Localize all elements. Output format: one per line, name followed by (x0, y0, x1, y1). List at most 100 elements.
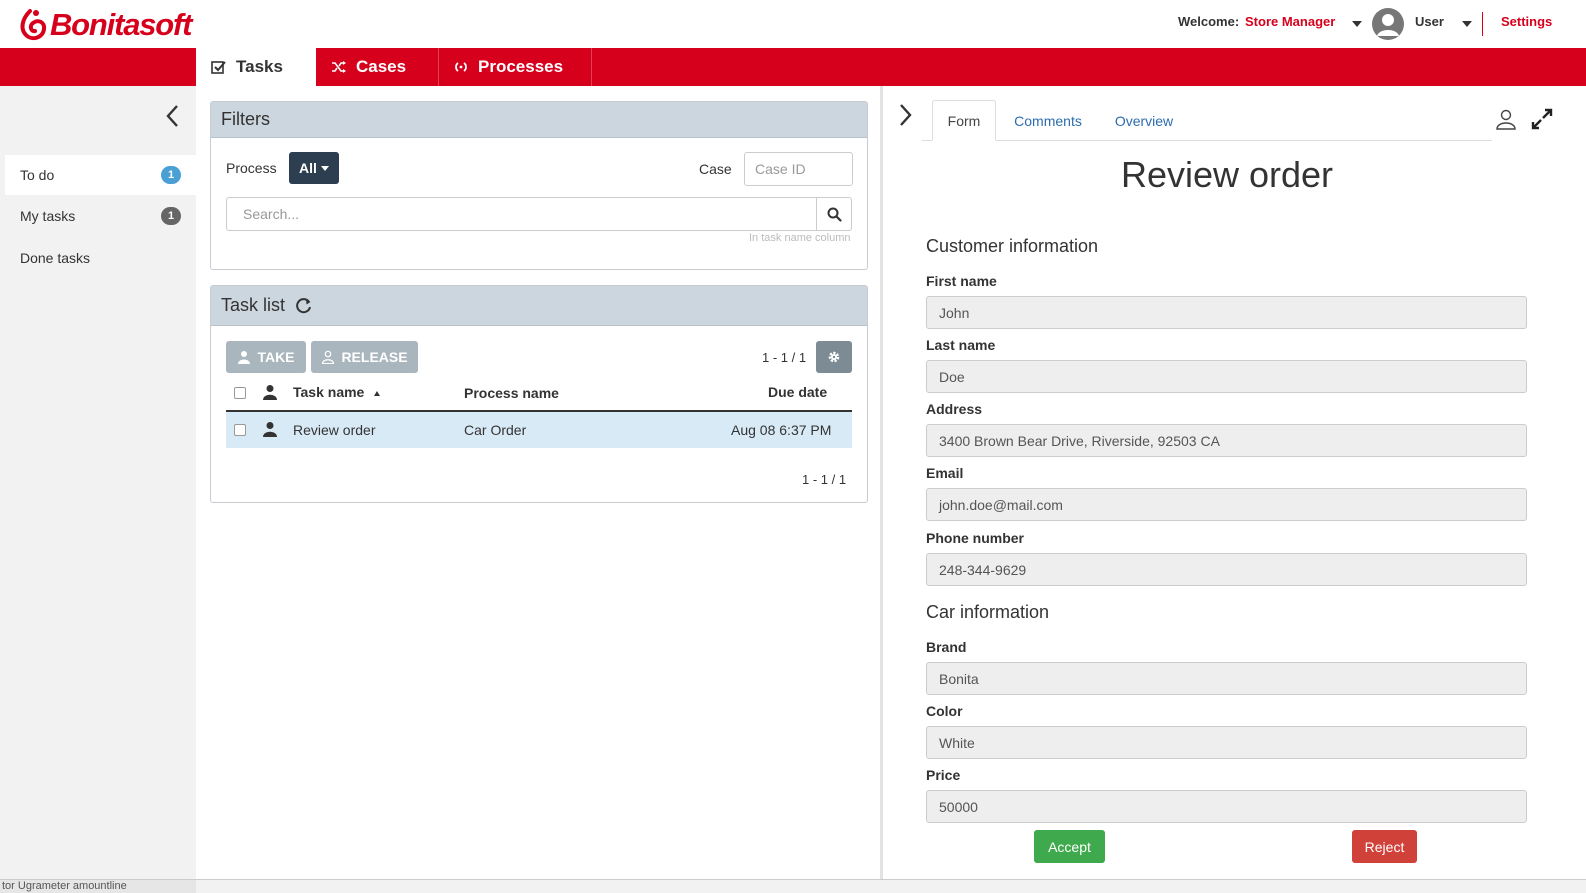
gear-icon (828, 351, 840, 363)
sidebar-item-label: My tasks (20, 208, 76, 224)
filters-title: Filters (221, 109, 270, 129)
task-list-panel: Task list TAKE RELEASE 1 - 1 / 1 Task na… (210, 285, 868, 503)
take-button[interactable]: TAKE (226, 341, 306, 373)
column-header-due-date[interactable]: Due date (768, 384, 827, 400)
color-field[interactable]: White (926, 726, 1527, 759)
task-list-title: Task list (221, 295, 286, 315)
checkbox-icon (211, 60, 226, 74)
email-field[interactable]: john.doe@mail.com (926, 488, 1527, 521)
profile-dropdown-caret-icon[interactable] (1352, 21, 1362, 27)
filters-panel-heading: Filters (211, 102, 867, 138)
tab-comments[interactable]: Comments (1003, 100, 1093, 141)
collapse-details-chevron-right-icon[interactable] (896, 101, 916, 129)
sidebar-item-to-do[interactable]: To do 1 (5, 155, 196, 195)
customer-section-title: Customer information (926, 236, 1099, 256)
tab-form[interactable]: Form (932, 100, 996, 141)
tab-tasks[interactable]: Tasks (196, 48, 316, 86)
price-value: 50000 (939, 798, 978, 815)
last-name-label: Last name (926, 337, 996, 353)
search-button[interactable] (816, 197, 852, 231)
process-filter-value: All (299, 160, 317, 176)
chevron-down-icon (320, 165, 329, 171)
tab-processes-label: Processes (478, 57, 564, 76)
settings-link[interactable]: Settings (1501, 14, 1552, 29)
top-bar: Bonitasoft Welcome: Store Manager User S… (0, 0, 1586, 48)
task-search-input[interactable]: Search... (226, 197, 818, 231)
tab-form-label: Form (947, 112, 981, 129)
sort-ascending-icon (374, 390, 381, 396)
column-header-process-name[interactable]: Process name (464, 385, 559, 401)
take-button-label: TAKE (257, 349, 295, 365)
nav-separator (591, 48, 592, 86)
column-header-task-name[interactable]: Task name (293, 384, 381, 400)
task-name-header-label: Task name (293, 384, 365, 400)
tab-cases[interactable]: Cases (331, 48, 441, 86)
first-name-field[interactable]: John (926, 296, 1527, 329)
user-menu-label[interactable]: User (1415, 14, 1444, 29)
sidebar-item-label: Done tasks (20, 250, 91, 266)
process-filter-label: Process (226, 160, 277, 176)
sidebar-item-done-tasks[interactable]: Done tasks (5, 238, 196, 278)
details-panel-divider[interactable] (880, 86, 883, 879)
color-label: Color (926, 703, 963, 719)
color-value: White (939, 734, 975, 751)
status-strip: tor Ugrameter amountline (0, 879, 1586, 893)
process-icon (455, 62, 467, 72)
case-id-input[interactable]: Case ID (744, 152, 853, 186)
sidebar-item-label: To do (20, 167, 55, 183)
price-field[interactable]: 50000 (926, 790, 1527, 823)
main-navigation: Tasks Cases Processes (0, 48, 1586, 86)
select-all-checkbox[interactable] (234, 387, 246, 399)
tab-overview[interactable]: Overview (1104, 100, 1184, 141)
task-list-heading: Task list (211, 286, 867, 326)
address-field[interactable]: 3400 Brown Bear Drive, Riverside, 92503 … (926, 424, 1527, 457)
email-label: Email (926, 465, 964, 481)
last-name-field[interactable]: Doe (926, 360, 1527, 393)
accept-button-label: Accept (1048, 838, 1091, 855)
search-icon (827, 207, 842, 222)
release-button[interactable]: RELEASE (311, 341, 418, 373)
case-filter-label: Case (699, 161, 732, 177)
table-settings-button[interactable] (816, 341, 852, 373)
row-task-name[interactable]: Review order (293, 422, 375, 438)
brand-field[interactable]: Bonita (926, 662, 1527, 695)
table-row[interactable]: Review order Car Order Aug 08 6:37 PM (226, 412, 852, 448)
user-dropdown-caret-icon[interactable] (1462, 21, 1472, 27)
tab-overview-label: Overview (1114, 112, 1174, 129)
pagination-top: 1 - 1 / 1 (762, 350, 807, 365)
user-avatar-icon[interactable] (1372, 8, 1404, 40)
address-value: 3400 Brown Bear Drive, Riverside, 92503 … (939, 432, 1220, 449)
row-select-checkbox[interactable] (234, 424, 246, 436)
release-button-label: RELEASE (341, 349, 408, 365)
sidebar-item-my-tasks[interactable]: My tasks 1 (5, 196, 196, 236)
assign-user-icon[interactable] (1495, 108, 1517, 130)
brand-name: Bonitasoft (50, 7, 192, 42)
email-value: john.doe@mail.com (939, 496, 1063, 513)
reject-button[interactable]: Reject (1352, 830, 1417, 863)
tab-processes[interactable]: Processes (454, 48, 594, 86)
refresh-icon[interactable] (295, 297, 313, 315)
first-name-label: First name (926, 273, 997, 289)
last-name-value: Doe (939, 368, 965, 385)
collapse-sidebar-chevron-left-icon[interactable] (160, 102, 184, 130)
tab-comments-label: Comments (1014, 112, 1082, 129)
profile-name[interactable]: Store Manager (1245, 14, 1335, 29)
phone-label: Phone number (926, 530, 1025, 546)
row-process-name: Car Order (464, 422, 527, 438)
process-filter-dropdown[interactable]: All (289, 152, 339, 184)
accept-button[interactable]: Accept (1034, 830, 1105, 863)
my-tasks-count-badge: 1 (161, 207, 181, 225)
assignee-column-icon (263, 385, 277, 400)
user-outline-icon (322, 350, 335, 364)
expand-icon[interactable] (1531, 108, 1553, 130)
filters-panel: Filters Process All Case Case ID Search.… (210, 101, 868, 270)
address-label: Address (926, 401, 983, 417)
header-divider (1482, 12, 1483, 36)
pagination-bottom: 1 - 1 / 1 (802, 472, 847, 487)
welcome-label: Welcome: (1178, 14, 1240, 29)
phone-field[interactable]: 248-344-9629 (926, 553, 1527, 586)
car-section-title: Car information (926, 602, 1050, 622)
tab-tasks-label: Tasks (236, 57, 283, 76)
bonitasoft-logo[interactable]: Bonitasoft (16, 6, 192, 44)
assigned-user-icon (263, 422, 277, 437)
